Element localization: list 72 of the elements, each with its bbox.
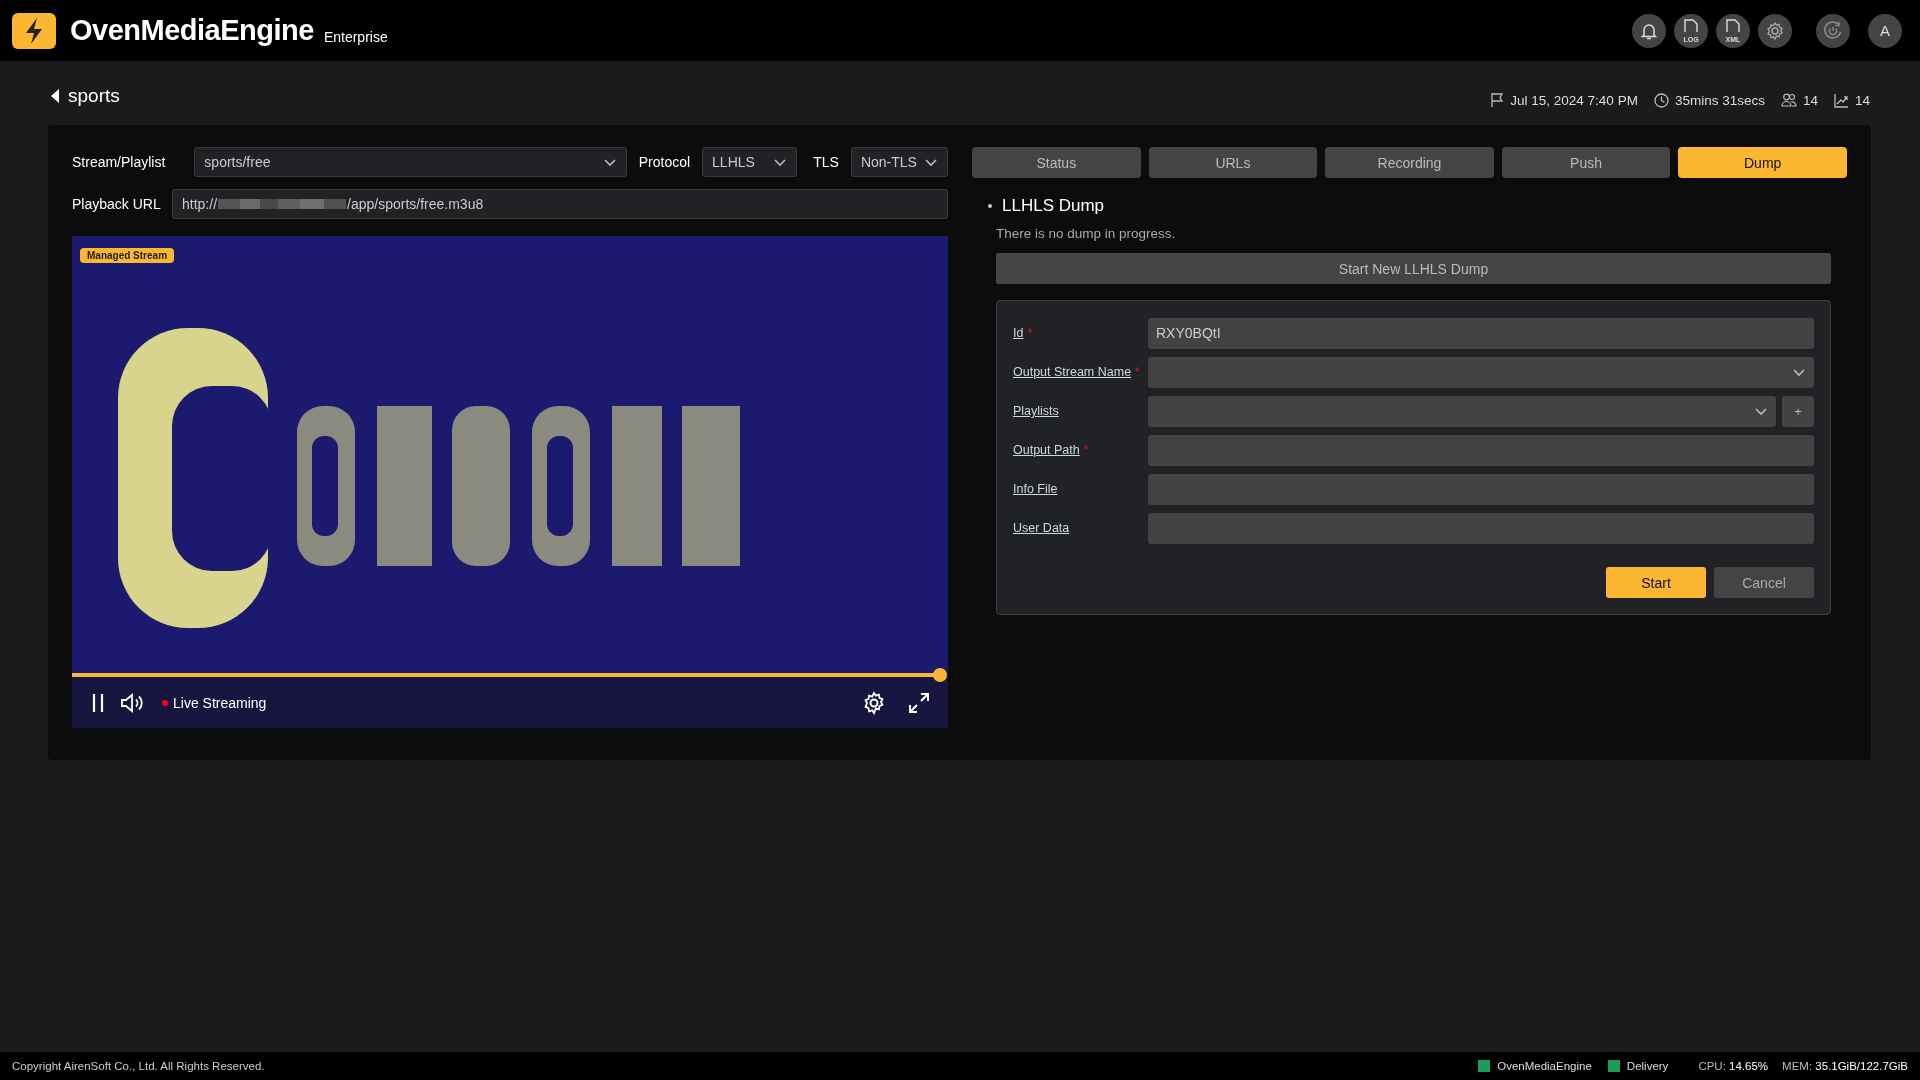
field-label-link[interactable]: Id — [1013, 326, 1024, 340]
settings-icon — [862, 690, 886, 715]
service-name: OvenMediaEngine — [1497, 1060, 1592, 1072]
flag-icon — [1490, 92, 1505, 108]
fullscreen-button[interactable] — [908, 691, 930, 714]
file-outline-icon — [1681, 18, 1701, 33]
managed-stream-badge: Managed Stream — [80, 248, 175, 263]
settings-icon — [1765, 20, 1785, 41]
max-connection-count: 14 — [1854, 92, 1870, 108]
connection-count: 14 — [1802, 92, 1818, 108]
text-field[interactable] — [1148, 512, 1814, 544]
cpu-usage: CPU: 14.65% — [1698, 1060, 1769, 1072]
memory-usage: MEM: 35.1GiB/122.7GiB — [1782, 1060, 1908, 1072]
stream-playlist-label: Stream/Playlist — [72, 154, 166, 170]
power-refresh-icon — [1822, 19, 1844, 42]
add-button[interactable]: + — [1782, 395, 1814, 427]
playback-url-field[interactable]: http:// /app/sports/free.m3u8 — [172, 189, 948, 219]
edition-label: Enterprise — [323, 28, 388, 45]
live-streaming-label: Live Streaming — [173, 694, 267, 711]
bullet-icon — [988, 204, 992, 208]
stream-select[interactable]: sports/free — [194, 147, 627, 177]
app-logo-text: OvenMediaEngine — [70, 14, 314, 47]
protocol-label: Protocol — [638, 154, 691, 170]
start-button[interactable]: Start — [1606, 567, 1706, 598]
settings-button[interactable] — [1758, 13, 1792, 48]
select-field[interactable] — [1148, 356, 1814, 388]
section-title: LLHLS Dump — [1002, 196, 1105, 216]
uptime: 35mins 31secs — [1674, 92, 1765, 108]
trend-chart-icon — [1833, 92, 1849, 108]
text-field[interactable] — [1148, 434, 1814, 466]
live-dot-icon — [162, 699, 168, 706]
tls-label: TLS — [813, 154, 839, 170]
field-label-link[interactable]: Output Stream Name — [1013, 365, 1132, 379]
volume-button[interactable] — [120, 692, 144, 713]
start-time: Jul 15, 2024 7:40 PM — [1510, 92, 1638, 108]
tab[interactable]: URLs — [1148, 147, 1318, 178]
required-mark: * — [1135, 365, 1140, 379]
tab[interactable]: Dump — [1678, 147, 1847, 178]
playback-url-label: Playback URL — [72, 196, 160, 212]
pause-icon — [90, 692, 106, 713]
users-icon — [1780, 93, 1797, 107]
tab[interactable]: Push — [1501, 147, 1671, 178]
back-link[interactable]: sports — [50, 85, 120, 107]
select-field[interactable] — [1148, 395, 1776, 427]
tab[interactable]: Status — [972, 147, 1141, 178]
field-label-link[interactable]: Info File — [1013, 482, 1058, 496]
tab[interactable]: Recording — [1325, 147, 1494, 178]
player-settings-button[interactable] — [862, 690, 886, 715]
cancel-button[interactable]: Cancel — [1714, 567, 1814, 598]
field-label-link[interactable]: User Data — [1013, 521, 1070, 535]
start-new-dump-button[interactable]: Start New LLHLS Dump — [996, 253, 1831, 284]
clock-icon — [1653, 92, 1669, 108]
restart-button[interactable] — [1816, 13, 1850, 48]
field-label-link[interactable]: Output Path — [1013, 443, 1080, 457]
text-field[interactable] — [1148, 473, 1814, 505]
service-name: Delivery — [1626, 1060, 1669, 1072]
copyright-text: Copyright AirenSoft Co., Ltd. All Rights Reserved. — [12, 1060, 265, 1072]
tls-select[interactable]: Non-TLS — [850, 147, 948, 177]
expand-icon — [908, 691, 930, 714]
field-label-link[interactable]: Playlists — [1013, 404, 1059, 418]
speaker-icon — [120, 692, 144, 713]
user-avatar[interactable]: A — [1868, 13, 1902, 48]
text-field[interactable]: RXY0BQtI — [1148, 317, 1814, 349]
protocol-select[interactable]: LLHLS — [702, 147, 798, 177]
file-outline-icon — [1723, 18, 1743, 33]
required-mark: * — [1027, 326, 1033, 340]
caret-left-icon — [50, 88, 60, 104]
lightning-logo-icon — [12, 12, 56, 49]
status-message: There is no dump in progress. — [996, 226, 1177, 241]
pause-button[interactable] — [90, 692, 106, 713]
notifications-button[interactable] — [1632, 13, 1666, 48]
required-mark: * — [1083, 443, 1089, 457]
